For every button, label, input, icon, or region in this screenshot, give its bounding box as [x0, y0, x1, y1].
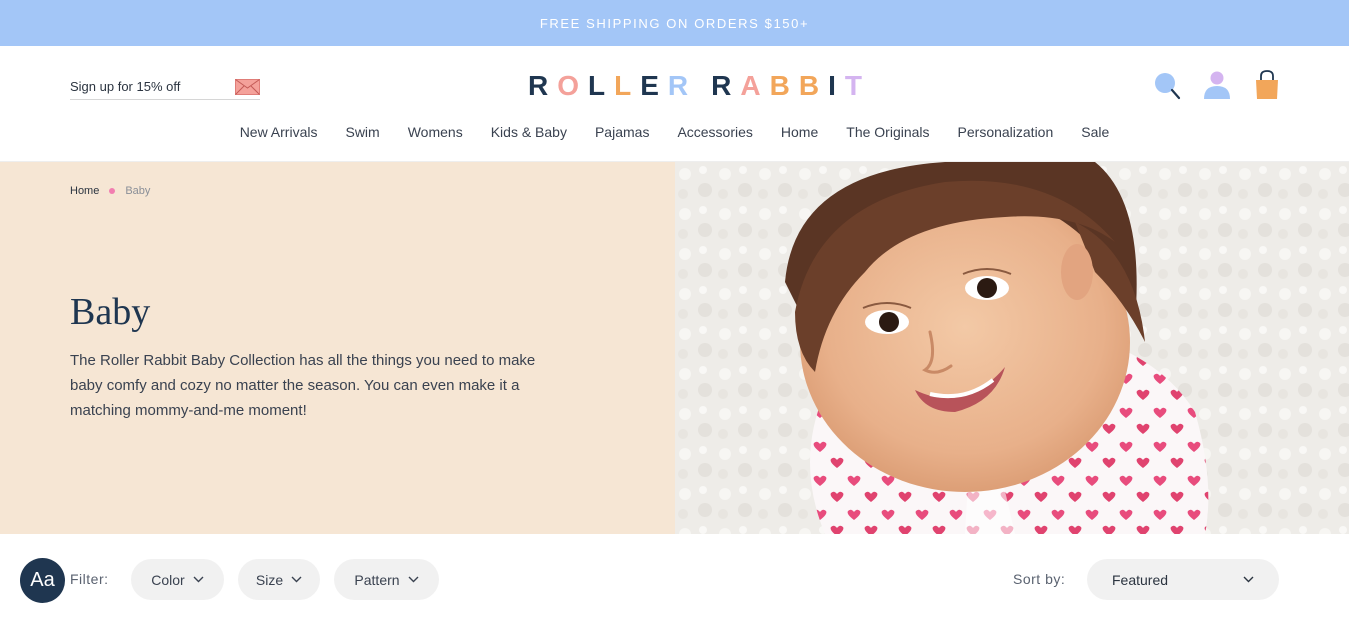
sort-label: Sort by:	[1013, 571, 1066, 587]
nav-item-kids-baby[interactable]: Kids & Baby	[491, 124, 567, 140]
sort-value: Featured	[1112, 571, 1169, 588]
filter-label: Filter:	[70, 571, 109, 587]
accessibility-button[interactable]: Aa	[20, 558, 65, 603]
logo-letter: A	[740, 70, 761, 101]
filter-size-button[interactable]: Size	[238, 559, 320, 600]
main-nav: New Arrivals Swim Womens Kids & Baby Pajamas…	[0, 124, 1349, 140]
logo-letter: I	[828, 70, 836, 101]
search-icon[interactable]	[1153, 70, 1181, 100]
baby-photo	[675, 162, 1349, 534]
chevron-down-icon	[408, 576, 419, 583]
logo-letter: R	[528, 70, 549, 101]
breadcrumb-current: Baby	[125, 185, 151, 197]
logo-letter: B	[798, 70, 820, 101]
hero-text-panel: Home Baby Baby The Roller Rabbit Baby Co…	[0, 162, 675, 534]
account-icon[interactable]	[1203, 70, 1231, 100]
page-title: Baby	[70, 291, 151, 333]
nav-item-home[interactable]: Home	[781, 124, 818, 140]
filter-color-label: Color	[151, 571, 185, 588]
chevron-down-icon	[193, 576, 204, 583]
nav-item-pajamas[interactable]: Pajamas	[595, 124, 649, 140]
header-icons	[1153, 70, 1281, 100]
cart-icon[interactable]	[1253, 70, 1281, 100]
hero-section: Home Baby Baby The Roller Rabbit Baby Co…	[0, 162, 1349, 534]
signup-link[interactable]: Sign up for 15% off	[70, 74, 260, 100]
nav-item-womens[interactable]: Womens	[408, 124, 463, 140]
page-description: The Roller Rabbit Baby Collection has al…	[70, 352, 536, 419]
nav-item-the-originals[interactable]: The Originals	[846, 124, 929, 140]
nav-item-accessories[interactable]: Accessories	[677, 124, 752, 140]
breadcrumb: Home Baby	[70, 185, 150, 197]
logo-letter: L	[614, 70, 632, 101]
brand-logo[interactable]: ROLLERRABBIT	[528, 71, 871, 101]
nav-item-new-arrivals[interactable]: New Arrivals	[240, 124, 318, 140]
logo-letter: E	[640, 70, 659, 101]
nav-item-sale[interactable]: Sale	[1081, 124, 1109, 140]
nav-item-swim[interactable]: Swim	[345, 124, 379, 140]
logo-letter: R	[667, 70, 689, 101]
breadcrumb-home[interactable]: Home	[70, 185, 99, 197]
filter-pattern-label: Pattern	[354, 571, 400, 588]
promo-bar: FREE SHIPPING ON ORDERS $150+	[0, 0, 1349, 46]
hero-image	[675, 162, 1349, 534]
chevron-down-icon	[291, 576, 302, 583]
mail-icon	[235, 78, 260, 95]
sort-select[interactable]: Featured	[1087, 559, 1279, 600]
filter-bar: Aa Filter: Color Size Pattern Sort by: F…	[0, 534, 1349, 620]
logo-letter: O	[557, 70, 580, 101]
logo-letter: L	[588, 70, 606, 101]
promo-text: FREE SHIPPING ON ORDERS $150+	[539, 15, 810, 31]
filter-size-label: Size	[255, 571, 284, 588]
breadcrumb-separator	[109, 188, 116, 194]
logo-letter: B	[769, 70, 790, 101]
filter-color-button[interactable]: Color	[131, 559, 224, 600]
signup-label: Sign up for 15% off	[70, 79, 181, 94]
nav-item-personalization[interactable]: Personalization	[958, 124, 1054, 140]
filter-pattern-button[interactable]: Pattern	[334, 559, 439, 600]
chevron-down-icon	[1243, 576, 1254, 583]
site-header: Sign up for 15% off ROLLERRABBIT New Arr…	[0, 46, 1349, 162]
logo-letter: T	[844, 70, 862, 101]
logo-letter: R	[711, 70, 732, 101]
